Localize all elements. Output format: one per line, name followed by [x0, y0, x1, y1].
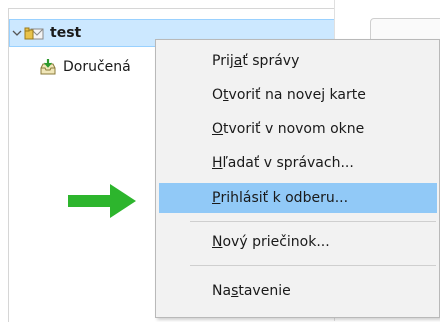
chevron-down-icon[interactable]	[12, 28, 22, 38]
menu-label-post: ť správy	[242, 53, 300, 69]
inbox-tray-icon	[40, 59, 56, 75]
menu-separator	[190, 221, 436, 222]
menu-label-post: voriť na novej karte	[228, 87, 366, 103]
menu-item-open-new-tab[interactable]: Ot voriť na novej karte	[159, 80, 437, 110]
right-arrow-icon	[68, 184, 136, 218]
menu-item-new-folder[interactable]: Nový priečinok...	[159, 227, 437, 257]
menu-label-post: ový priečinok...	[222, 234, 330, 250]
mail-account-icon	[24, 27, 44, 40]
account-label: test	[50, 25, 82, 41]
menu-accesskey: P	[212, 190, 221, 206]
menu-item-search-messages[interactable]: Hľadať v správach...	[159, 148, 437, 178]
menu-accesskey: O	[212, 121, 224, 137]
menu-accesskey: s	[231, 283, 239, 299]
context-menu: Prij a ť správy Ot voriť na novej karte Otv…	[155, 39, 440, 318]
menu-item-subscribe[interactable]: Prihlásiť k odberu...	[159, 183, 437, 213]
menu-item-get-messages[interactable]: Prij a ť správy	[159, 46, 437, 76]
menu-label-post: rihlásiť k odberu...	[220, 190, 349, 206]
menu-label-pre: O	[212, 87, 224, 103]
menu-item-open-new-window[interactable]: Otvoriť v novom okne	[159, 114, 437, 144]
menu-label-post: tavenie	[238, 283, 291, 299]
menu-accesskey: H	[212, 155, 223, 171]
inbox-label: Doručená	[63, 59, 131, 75]
menu-label-post: ľadať v správach...	[222, 155, 354, 171]
menu-label-pre: Prij	[212, 53, 234, 69]
menu-label-pre: Na	[212, 283, 232, 299]
menu-accesskey: a	[233, 53, 243, 69]
menu-label-post: tvoriť v novom okne	[223, 121, 365, 137]
tree-item-inbox[interactable]: Doručená	[39, 53, 131, 81]
menu-accesskey: N	[212, 234, 223, 250]
menu-separator	[190, 265, 436, 266]
menu-item-settings[interactable]: Na s tavenie	[159, 276, 437, 306]
